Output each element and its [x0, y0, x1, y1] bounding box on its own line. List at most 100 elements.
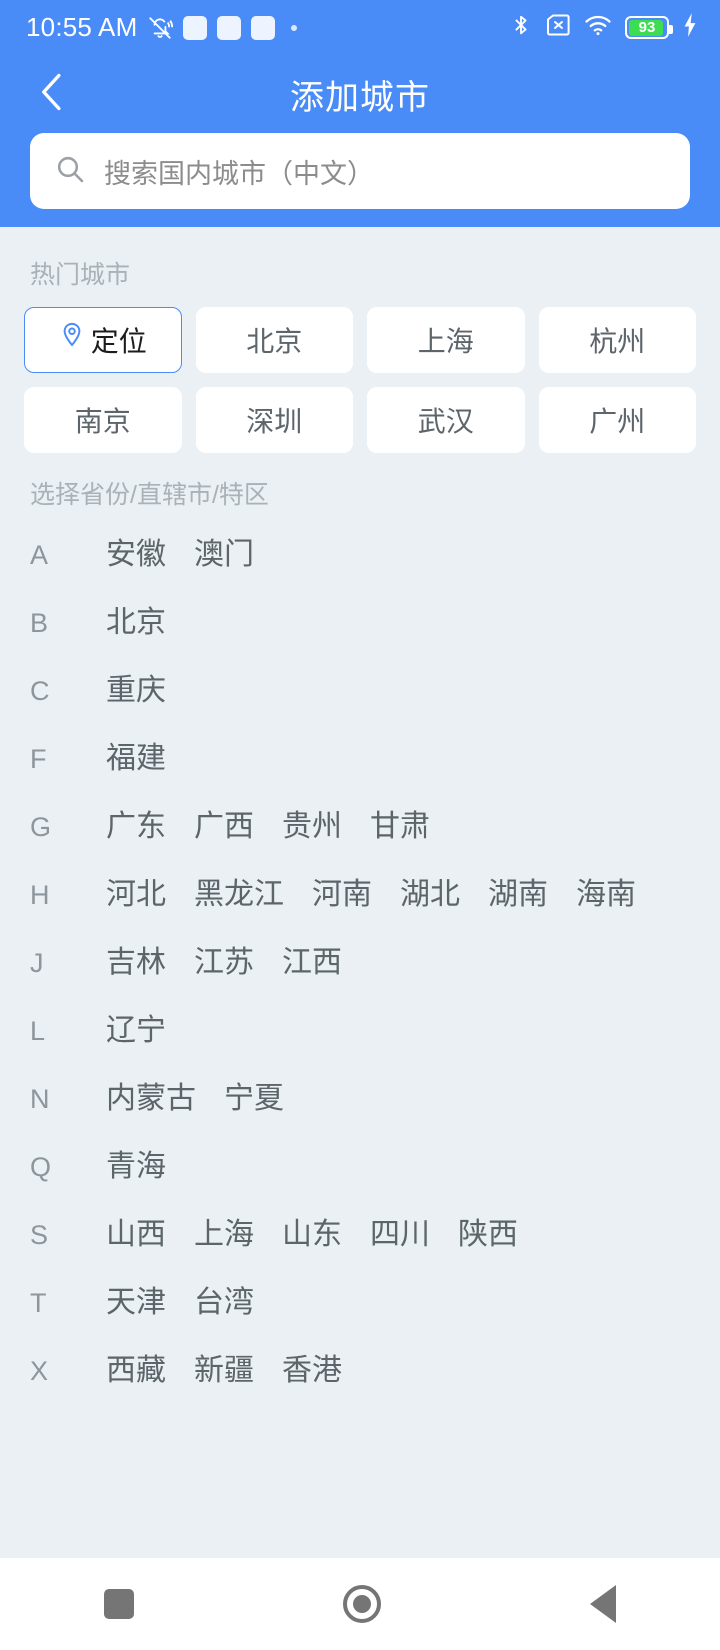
- home-button-icon[interactable]: [342, 1585, 381, 1623]
- province-group-row: H 河北 黑龙江 河南 湖北 湖南 海南: [30, 861, 690, 929]
- province-item[interactable]: 北京: [106, 589, 166, 657]
- charging-bolt-icon: [682, 12, 698, 43]
- province-item[interactable]: 香港: [282, 1337, 342, 1405]
- province-group-letter: T: [30, 1288, 47, 1318]
- hot-city-chip-wuhan[interactable]: 武汉: [367, 387, 525, 453]
- battery-percent: 93: [638, 19, 656, 36]
- province-name-list: 天津 台湾: [106, 1269, 254, 1337]
- recents-button-icon[interactable]: [104, 1589, 135, 1619]
- province-group-letter: X: [30, 1356, 49, 1386]
- province-item[interactable]: 甘肃: [370, 793, 430, 861]
- province-item[interactable]: 江西: [282, 929, 342, 997]
- status-bar-left: 10:55 AM: [26, 12, 298, 43]
- hot-city-chip-shanghai[interactable]: 上海: [367, 307, 525, 373]
- province-name-list: 重庆: [106, 657, 166, 725]
- province-name-list: 西藏 新疆 香港: [106, 1337, 342, 1405]
- province-group-row: T 天津 台湾: [30, 1269, 690, 1337]
- province-item[interactable]: 澳门: [194, 521, 254, 589]
- hot-city-label: 广州: [589, 406, 646, 437]
- back-button[interactable]: [24, 66, 80, 122]
- hot-city-label: 武汉: [417, 406, 474, 437]
- province-group-row: F 福建: [30, 725, 690, 793]
- province-group-letter: F: [30, 744, 47, 774]
- province-item[interactable]: 山西: [106, 1201, 166, 1269]
- status-bar: 10:55 AM 93: [0, 0, 720, 55]
- province-item[interactable]: 台湾: [194, 1269, 254, 1337]
- hot-city-label: 定位: [90, 326, 147, 357]
- province-list: A 安徽 澳门 B 北京 C 重庆 F 福建 G 广东 广西 贵州 甘肃 H 河北 黑龙江 河南 湖北 湖南 海南 J 吉林…: [0, 521, 720, 1405]
- province-name-list: 安徽 澳门: [106, 521, 254, 589]
- placeholder-icon-2: [217, 15, 242, 40]
- province-group-letter: L: [30, 1016, 46, 1046]
- search-bar-container: 搜索国内城市（中文）: [0, 133, 720, 209]
- hot-city-label: 深圳: [246, 406, 303, 437]
- placeholder-icon-1: [183, 15, 208, 40]
- province-item[interactable]: 湖南: [488, 861, 548, 929]
- province-item[interactable]: 广西: [194, 793, 254, 861]
- bell-mute-icon: [147, 15, 174, 41]
- province-group-letter: N: [30, 1084, 50, 1114]
- province-item[interactable]: 广东: [106, 793, 166, 861]
- province-item[interactable]: 内蒙古: [106, 1065, 196, 1133]
- bluetooth-icon: [510, 12, 532, 43]
- hot-city-chip-nanjing[interactable]: 南京: [24, 387, 182, 453]
- province-item[interactable]: 新疆: [194, 1337, 254, 1405]
- province-group-letter: J: [30, 948, 44, 978]
- province-item[interactable]: 河北: [106, 861, 166, 929]
- province-group-letter: B: [30, 608, 49, 638]
- app-header: 添加城市 搜索国内城市（中文）: [0, 55, 720, 227]
- province-group-letter: H: [30, 880, 50, 910]
- province-item[interactable]: 福建: [106, 725, 166, 793]
- province-item[interactable]: 重庆: [106, 657, 166, 725]
- province-group-row: G 广东 广西 贵州 甘肃: [30, 793, 690, 861]
- province-item[interactable]: 黑龙江: [194, 861, 284, 929]
- search-placeholder: 搜索国内城市（中文）: [104, 158, 374, 189]
- hot-city-chip-guangzhou[interactable]: 广州: [538, 387, 696, 453]
- province-item[interactable]: 四川: [370, 1201, 430, 1269]
- hot-city-label: 杭州: [589, 326, 646, 357]
- province-group-row: B 北京: [30, 589, 690, 657]
- province-name-list: 河北 黑龙江 河南 湖北 湖南 海南: [106, 861, 636, 929]
- province-group-letter: A: [30, 540, 49, 570]
- province-item[interactable]: 贵州: [282, 793, 342, 861]
- battery-icon: 93: [625, 16, 673, 39]
- province-item[interactable]: 青海: [106, 1133, 166, 1201]
- chevron-left-icon: [35, 70, 69, 119]
- province-group-letter: C: [30, 676, 50, 706]
- province-group-row: L 辽宁: [30, 997, 690, 1065]
- province-item[interactable]: 西藏: [106, 1337, 166, 1405]
- wifi-icon: [584, 13, 612, 42]
- province-name-list: 内蒙古 宁夏: [106, 1065, 284, 1133]
- province-item[interactable]: 海南: [576, 861, 636, 929]
- hot-city-label: 北京: [246, 326, 303, 357]
- province-name-list: 青海: [106, 1133, 166, 1201]
- province-item[interactable]: 河南: [312, 861, 372, 929]
- province-item[interactable]: 山东: [282, 1201, 342, 1269]
- hot-city-chip-hangzhou[interactable]: 杭州: [538, 307, 696, 373]
- hot-city-chip-locate[interactable]: 定位: [24, 307, 182, 373]
- system-nav-bar: [0, 1558, 720, 1650]
- province-item[interactable]: 陕西: [458, 1201, 518, 1269]
- placeholder-icon-3: [251, 15, 276, 40]
- province-item[interactable]: 湖北: [400, 861, 460, 929]
- province-item[interactable]: 吉林: [106, 929, 166, 997]
- province-group-letter: Q: [30, 1152, 52, 1182]
- province-group-row: X 西藏 新疆 香港: [30, 1337, 690, 1405]
- province-name-list: 广东 广西 贵州 甘肃: [106, 793, 430, 861]
- search-input[interactable]: 搜索国内城市（中文）: [30, 133, 690, 209]
- hot-city-chip-shenzhen[interactable]: 深圳: [195, 387, 353, 453]
- back-button-icon[interactable]: [589, 1585, 616, 1623]
- province-group-row: J 吉林 江苏 江西: [30, 929, 690, 997]
- location-pin-icon: [59, 322, 85, 359]
- province-item[interactable]: 辽宁: [106, 997, 166, 1065]
- hot-city-chip-beijing[interactable]: 北京: [195, 307, 353, 373]
- province-item[interactable]: 宁夏: [224, 1065, 284, 1133]
- province-item[interactable]: 天津: [106, 1269, 166, 1337]
- hot-cities-grid: 定位 北京 上海 杭州 南京 深圳 武汉 广州: [0, 307, 720, 453]
- province-item[interactable]: 上海: [194, 1201, 254, 1269]
- status-time: 10:55 AM: [26, 12, 138, 42]
- province-item[interactable]: 江苏: [194, 929, 254, 997]
- province-group-row: N 内蒙古 宁夏: [30, 1065, 690, 1133]
- province-item[interactable]: 安徽: [106, 521, 166, 589]
- province-name-list: 吉林 江苏 江西: [106, 929, 342, 997]
